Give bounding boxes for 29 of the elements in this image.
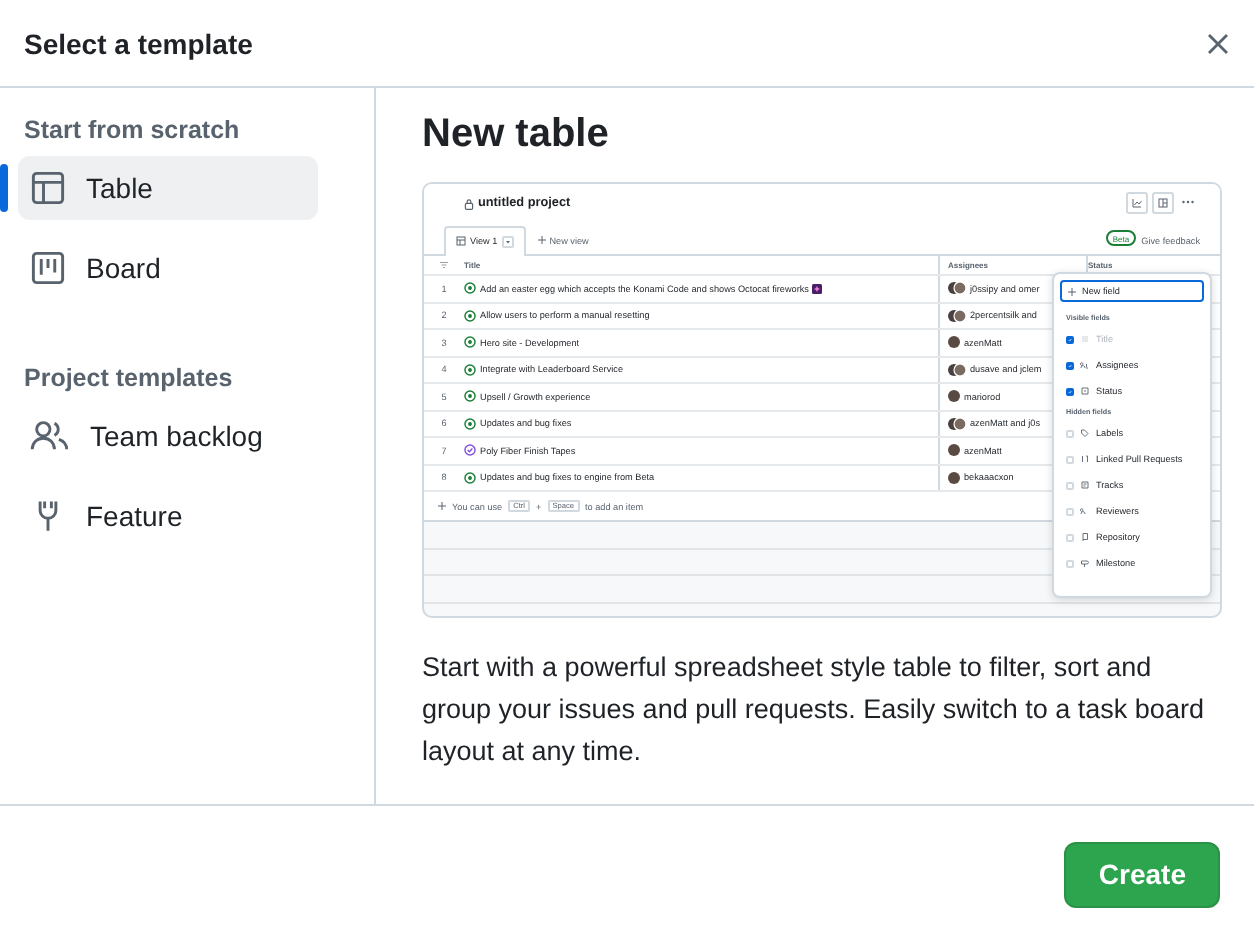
dialog-title: Select a template	[24, 27, 253, 59]
chart-icon[interactable]	[1126, 192, 1148, 214]
caret-icon[interactable]	[501, 235, 514, 247]
filter-icon	[440, 262, 448, 268]
field-checkbox[interactable]	[1066, 387, 1074, 395]
template-heading: New table	[422, 112, 609, 158]
person-icon	[1080, 506, 1090, 516]
people-icon	[30, 418, 70, 454]
plus-icon	[537, 236, 546, 244]
lock-icon	[464, 197, 474, 209]
book-icon	[1080, 532, 1090, 542]
person-icon	[1080, 360, 1090, 370]
table-icon	[456, 236, 466, 246]
table-icon	[30, 170, 66, 206]
section-heading: Start from scratch	[22, 116, 242, 144]
signpost-icon	[1080, 558, 1090, 568]
plus-icon[interactable]	[438, 502, 446, 510]
template-item[interactable]: Team backlog	[18, 404, 318, 468]
selection-bar	[0, 164, 8, 212]
template-item[interactable]: Board	[18, 236, 318, 300]
field-checkbox[interactable]	[1066, 361, 1074, 369]
template-item[interactable]: Feature	[18, 484, 318, 548]
plus-icon	[1068, 287, 1076, 295]
section-heading: Project templates	[22, 364, 235, 392]
document-icon	[1080, 480, 1090, 490]
template-description: Start with a powerful spreadsheet style table to filter, sort and group your issues and pull requests. Easily switch to a task board layout at any time.	[422, 650, 1206, 770]
tag-icon	[1080, 428, 1090, 438]
layout-icon[interactable]	[1152, 192, 1174, 214]
board-icon	[30, 250, 66, 286]
